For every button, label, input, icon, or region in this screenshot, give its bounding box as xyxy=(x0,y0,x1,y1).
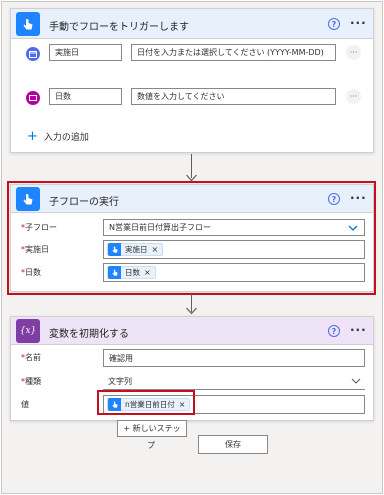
trigger-card: 手動でフローをトリガーします ? ··· 実施日 日付を入力または選択してくださ… xyxy=(10,8,374,153)
days-param-more-button[interactable]: ··· xyxy=(346,89,361,104)
plus-icon: + xyxy=(27,128,38,144)
init-variable-title: 変数を初期化する xyxy=(49,329,129,340)
value-field-label: 値 xyxy=(21,400,29,409)
help-icon[interactable]: ? xyxy=(328,325,340,337)
date-param-more-button[interactable]: ··· xyxy=(346,45,361,60)
add-input-label: 入力の追加 xyxy=(43,133,89,143)
type-field-label: *種類 xyxy=(21,377,41,386)
days-param-description-field[interactable]: 数値を入力してください xyxy=(131,88,336,105)
date-param-name-field[interactable]: 実施日 xyxy=(49,44,122,61)
more-options-icon[interactable]: ··· xyxy=(350,16,367,30)
init-variable-header[interactable]: {x} 変数を初期化する ? ··· xyxy=(11,317,373,345)
variable-type-dropdown[interactable]: 文字列 xyxy=(103,373,365,390)
more-options-icon[interactable]: ··· xyxy=(350,323,367,337)
arrow-down-icon xyxy=(186,307,197,315)
variable-type-value: 文字列 xyxy=(108,376,132,386)
variable-name-field[interactable]: 確認用 xyxy=(103,349,365,367)
date-param-description-field[interactable]: 日付を入力または選択してください (YYYY-MM-DD) xyxy=(131,44,336,61)
number-icon xyxy=(26,91,40,105)
calendar-icon xyxy=(26,47,40,61)
manual-trigger-icon xyxy=(16,12,40,36)
days-param-name-field[interactable]: 日数 xyxy=(49,88,122,105)
new-step-label: + 新しいステッ xyxy=(123,424,181,433)
chevron-down-icon xyxy=(351,378,361,384)
new-step-button[interactable]: + 新しいステッ xyxy=(117,420,187,437)
save-button[interactable]: 保存 xyxy=(198,435,268,454)
trigger-title: 手動でフローをトリガーします xyxy=(49,22,189,33)
help-icon[interactable]: ? xyxy=(328,18,340,30)
add-input-button[interactable]: + 入力の追加 xyxy=(27,128,89,144)
highlight-box xyxy=(7,181,376,295)
name-field-label: *名前 xyxy=(21,353,41,362)
variable-icon: {x} xyxy=(16,319,40,343)
new-step-label-wrap: プ xyxy=(147,441,155,450)
flow-canvas: 手動でフローをトリガーします ? ··· 実施日 日付を入力または選択してくださ… xyxy=(1,1,383,494)
trigger-header[interactable]: 手動でフローをトリガーします ? ··· xyxy=(11,9,373,39)
highlight-box xyxy=(97,390,195,415)
